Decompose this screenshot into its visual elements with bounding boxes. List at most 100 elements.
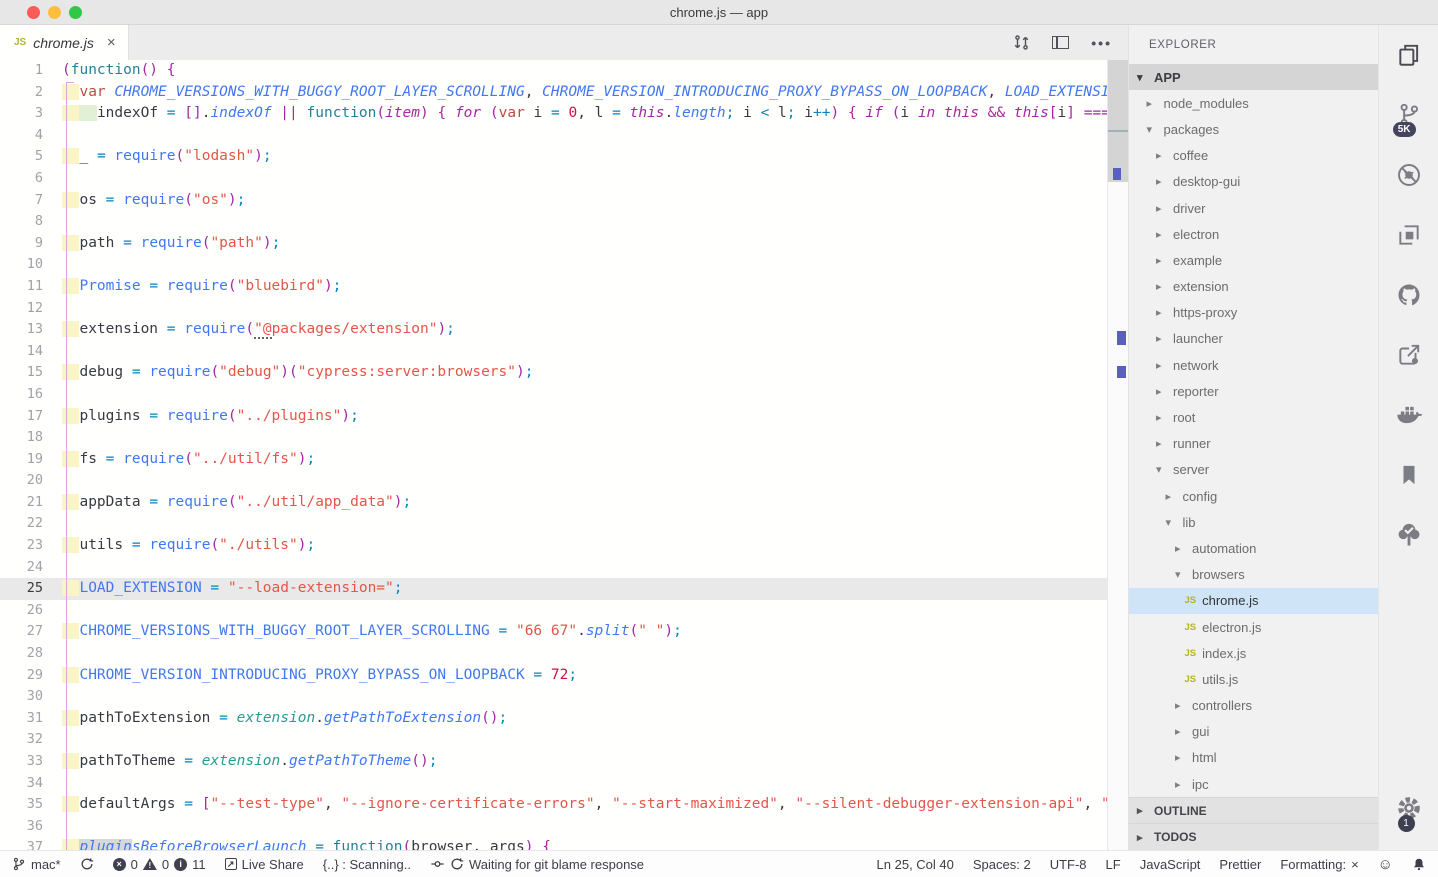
code-line-35[interactable]: 35 defaultArgs = ["--test-type", "--igno… (0, 794, 1128, 816)
chevron-right-icon[interactable]: ▸ (1156, 175, 1169, 188)
code-line-7[interactable]: 7 os = require("os"); (0, 190, 1128, 212)
file-item-electron.js[interactable]: JSelectron.js (1129, 614, 1378, 640)
folder-item-launcher[interactable]: ▸launcher (1129, 326, 1378, 352)
line-number[interactable]: 4 (0, 125, 62, 147)
chevron-right-icon[interactable]: ▸ (1147, 97, 1160, 110)
folder-item-lib[interactable]: ▾lib (1129, 509, 1378, 535)
chevron-down-icon[interactable]: ▾ (1147, 123, 1160, 136)
code-line-34[interactable]: 34 (0, 773, 1128, 795)
status-sync-status[interactable] (80, 857, 94, 871)
line-number[interactable]: 15 (0, 362, 62, 384)
todo-tree-icon[interactable] (1395, 505, 1423, 565)
more-actions-icon[interactable]: ••• (1091, 35, 1112, 51)
line-number[interactable]: 26 (0, 600, 62, 622)
folder-item-reporter[interactable]: ▸reporter (1129, 378, 1378, 404)
chevron-right-icon[interactable]: ▸ (1175, 778, 1188, 791)
chevron-down-icon[interactable]: ▾ (1156, 463, 1169, 476)
file-item-index.js[interactable]: JSindex.js (1129, 640, 1378, 666)
open-changes-icon[interactable] (1013, 35, 1030, 50)
chevron-right-icon[interactable]: ▸ (1175, 699, 1188, 712)
code-line-30[interactable]: 30 (0, 686, 1128, 708)
code-line-17[interactable]: 17 plugins = require("../plugins"); (0, 406, 1128, 428)
share-icon[interactable] (1396, 325, 1422, 385)
split-editor-icon[interactable] (1052, 36, 1069, 49)
line-number[interactable]: 12 (0, 298, 62, 320)
code-line-10[interactable]: 10 (0, 254, 1128, 276)
code-line-32[interactable]: 32 (0, 729, 1128, 751)
code-line-23[interactable]: 23 utils = require("./utils"); (0, 535, 1128, 557)
folder-item-root[interactable]: ▸root (1129, 404, 1378, 430)
line-number[interactable]: 5 (0, 146, 62, 168)
line-number[interactable]: 16 (0, 384, 62, 406)
folder-item-gui[interactable]: ▸gui (1129, 719, 1378, 745)
line-number[interactable]: 22 (0, 513, 62, 535)
code-line-28[interactable]: 28 (0, 643, 1128, 665)
line-number[interactable]: 23 (0, 535, 62, 557)
line-number[interactable]: 28 (0, 643, 62, 665)
chevron-right-icon[interactable]: ▸ (1156, 332, 1169, 345)
code-line-15[interactable]: 15 debug = require("debug")("cypress:ser… (0, 362, 1128, 384)
code-line-9[interactable]: 9 path = require("path"); (0, 233, 1128, 255)
folder-item-driver[interactable]: ▸driver (1129, 195, 1378, 221)
line-number[interactable]: 2 (0, 82, 62, 104)
close-tab-icon[interactable]: × (107, 34, 116, 51)
line-number[interactable]: 36 (0, 816, 62, 838)
line-number[interactable]: 37 (0, 837, 62, 850)
status-eol[interactable]: LF (1106, 857, 1121, 872)
code-line-2[interactable]: 2 var CHROME_VERSIONS_WITH_BUGGY_ROOT_LA… (0, 82, 1128, 104)
folder-item-extension[interactable]: ▸extension (1129, 274, 1378, 300)
line-number[interactable]: 18 (0, 427, 62, 449)
folder-item-packages[interactable]: ▾packages (1129, 116, 1378, 142)
folder-item-example[interactable]: ▸example (1129, 247, 1378, 273)
docker-icon[interactable] (1395, 385, 1423, 445)
chevron-right-icon[interactable]: ▸ (1175, 751, 1188, 764)
status-language-mode[interactable]: JavaScript (1140, 857, 1201, 872)
code-line-14[interactable]: 14 (0, 341, 1128, 363)
folder-item-config[interactable]: ▸config (1129, 483, 1378, 509)
folder-item-electron[interactable]: ▸electron (1129, 221, 1378, 247)
status-formatter[interactable]: Prettier (1219, 857, 1261, 872)
source-control-icon[interactable]: 5K (1396, 85, 1422, 145)
editor[interactable]: 1(function() {2 var CHROME_VERSIONS_WITH… (0, 60, 1128, 850)
folder-item-network[interactable]: ▸network (1129, 352, 1378, 378)
line-number[interactable]: 32 (0, 729, 62, 751)
chevron-right-icon[interactable]: ▸ (1156, 359, 1169, 372)
folder-item-APP[interactable]: ▾APP (1129, 64, 1378, 90)
code-line-19[interactable]: 19 fs = require("../util/fs"); (0, 449, 1128, 471)
chevron-right-icon[interactable]: ▸ (1156, 385, 1169, 398)
line-number[interactable]: 34 (0, 773, 62, 795)
extensions-icon[interactable] (1396, 205, 1422, 265)
status-problems[interactable]: ×0!0i11 (113, 857, 206, 872)
folder-item-ipc[interactable]: ▸ipc (1129, 771, 1378, 797)
tab-chrome-js[interactable]: JS chrome.js × (0, 25, 129, 60)
close-window-button[interactable] (27, 6, 40, 19)
status-indentation[interactable]: Spaces: 2 (973, 857, 1031, 872)
line-number[interactable]: 30 (0, 686, 62, 708)
line-number[interactable]: 21 (0, 492, 62, 514)
scrollbar-thumb[interactable] (1108, 60, 1128, 182)
code-line-1[interactable]: 1(function() { (0, 60, 1128, 82)
chevron-right-icon[interactable]: ▸ (1156, 228, 1169, 241)
zoom-window-button[interactable] (69, 6, 82, 19)
folder-item-server[interactable]: ▾server (1129, 457, 1378, 483)
github-icon[interactable] (1395, 265, 1423, 325)
code-line-22[interactable]: 22 (0, 513, 1128, 535)
status-feedback-smiley[interactable]: ☺ (1378, 856, 1393, 873)
folder-item-runner[interactable]: ▸runner (1129, 431, 1378, 457)
line-number[interactable]: 33 (0, 751, 62, 773)
code-line-24[interactable]: 24 (0, 557, 1128, 579)
chevron-right-icon[interactable]: ▸ (1166, 490, 1179, 503)
line-number[interactable]: 7 (0, 190, 62, 212)
chevron-down-icon[interactable]: ▾ (1137, 71, 1150, 84)
chevron-right-icon[interactable]: ▸ (1156, 437, 1169, 450)
chevron-right-icon[interactable]: ▸ (1156, 306, 1169, 319)
line-number[interactable]: 1 (0, 60, 62, 82)
chevron-right-icon[interactable]: ▸ (1156, 149, 1169, 162)
code-line-29[interactable]: 29 CHROME_VERSION_INTRODUCING_PROXY_BYPA… (0, 665, 1128, 687)
explorer-icon[interactable] (1396, 25, 1422, 85)
chevron-right-icon[interactable]: ▸ (1156, 202, 1169, 215)
folder-item-desktop-gui[interactable]: ▸desktop-gui (1129, 169, 1378, 195)
code-line-21[interactable]: 21 appData = require("../util/app_data")… (0, 492, 1128, 514)
code-line-12[interactable]: 12 (0, 298, 1128, 320)
settings-gear-icon[interactable]: 1 (1395, 778, 1423, 838)
